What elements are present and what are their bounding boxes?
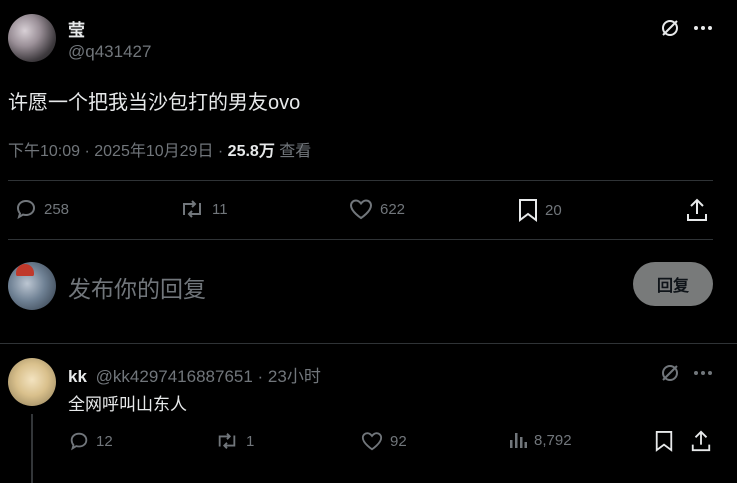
reply-action[interactable]: 258 — [14, 197, 69, 221]
post-meta: 下午10:09 · 2025年10月29日 · 25.8万 查看 — [8, 137, 311, 161]
more-icon[interactable] — [692, 363, 714, 383]
reply-count: 258 — [44, 200, 70, 218]
post-text: 许愿一个把我当沙包打的男友ovo — [8, 92, 301, 114]
repost-count: 11 — [212, 200, 228, 218]
thread-line — [31, 414, 33, 483]
reply-icon — [14, 197, 38, 221]
reply-like-action[interactable]: 92 — [360, 430, 407, 452]
post-time-date[interactable]: 下午10:09 · 2025年10月29日 · — [8, 143, 228, 160]
author-avatar[interactable] — [8, 14, 56, 62]
reply-views-action[interactable]: 8,792 — [508, 430, 572, 450]
views-count: 25.8万 — [227, 143, 275, 160]
reply-repost-count: 1 — [246, 432, 255, 450]
grok-icon[interactable] — [659, 17, 681, 39]
bookmark-icon — [517, 197, 539, 223]
reply-author-name[interactable]: kk — [68, 367, 87, 386]
bookmark-count: 20 — [545, 201, 562, 219]
reply-time[interactable]: · 23小时 — [253, 367, 321, 386]
reply-like-count: 92 — [390, 432, 407, 450]
share-icon[interactable] — [690, 429, 712, 453]
divider — [0, 343, 737, 344]
reply-repost-action[interactable]: 1 — [214, 430, 254, 452]
repost-icon — [178, 197, 206, 221]
bookmark-icon[interactable] — [654, 429, 674, 453]
repost-icon — [214, 430, 240, 452]
bookmark-action[interactable]: 20 — [517, 197, 562, 223]
author-name[interactable]: 莹 — [68, 16, 85, 41]
current-user-avatar[interactable] — [8, 262, 56, 310]
like-icon — [348, 197, 374, 221]
reply-reply-action[interactable]: 12 — [68, 430, 113, 452]
reply-author-handle[interactable]: @kk4297416887651 — [96, 367, 253, 386]
views-label: 查看 — [274, 143, 312, 160]
repost-action[interactable]: 11 — [178, 197, 228, 221]
reply-author-avatar[interactable] — [8, 358, 56, 406]
divider — [8, 239, 713, 240]
grok-icon[interactable] — [659, 362, 681, 384]
share-icon[interactable] — [685, 197, 709, 223]
views-icon — [508, 430, 528, 450]
author-handle[interactable]: @q431427 — [68, 42, 151, 62]
like-count: 622 — [380, 200, 406, 218]
reply-icon — [68, 430, 90, 452]
reply-text: 全网呼叫山东人 — [68, 395, 187, 414]
reply-reply-count: 12 — [96, 432, 113, 450]
divider — [8, 180, 713, 181]
more-icon[interactable] — [692, 18, 714, 38]
like-action[interactable]: 622 — [348, 197, 405, 221]
reply-input[interactable]: 发布你的回复 — [68, 270, 206, 304]
reply-button[interactable]: 回复 — [633, 262, 713, 306]
like-icon — [360, 430, 384, 452]
reply-header: kk @kk4297416887651 · 23小时 — [68, 362, 321, 387]
reply-views-count: 8,792 — [534, 431, 572, 449]
